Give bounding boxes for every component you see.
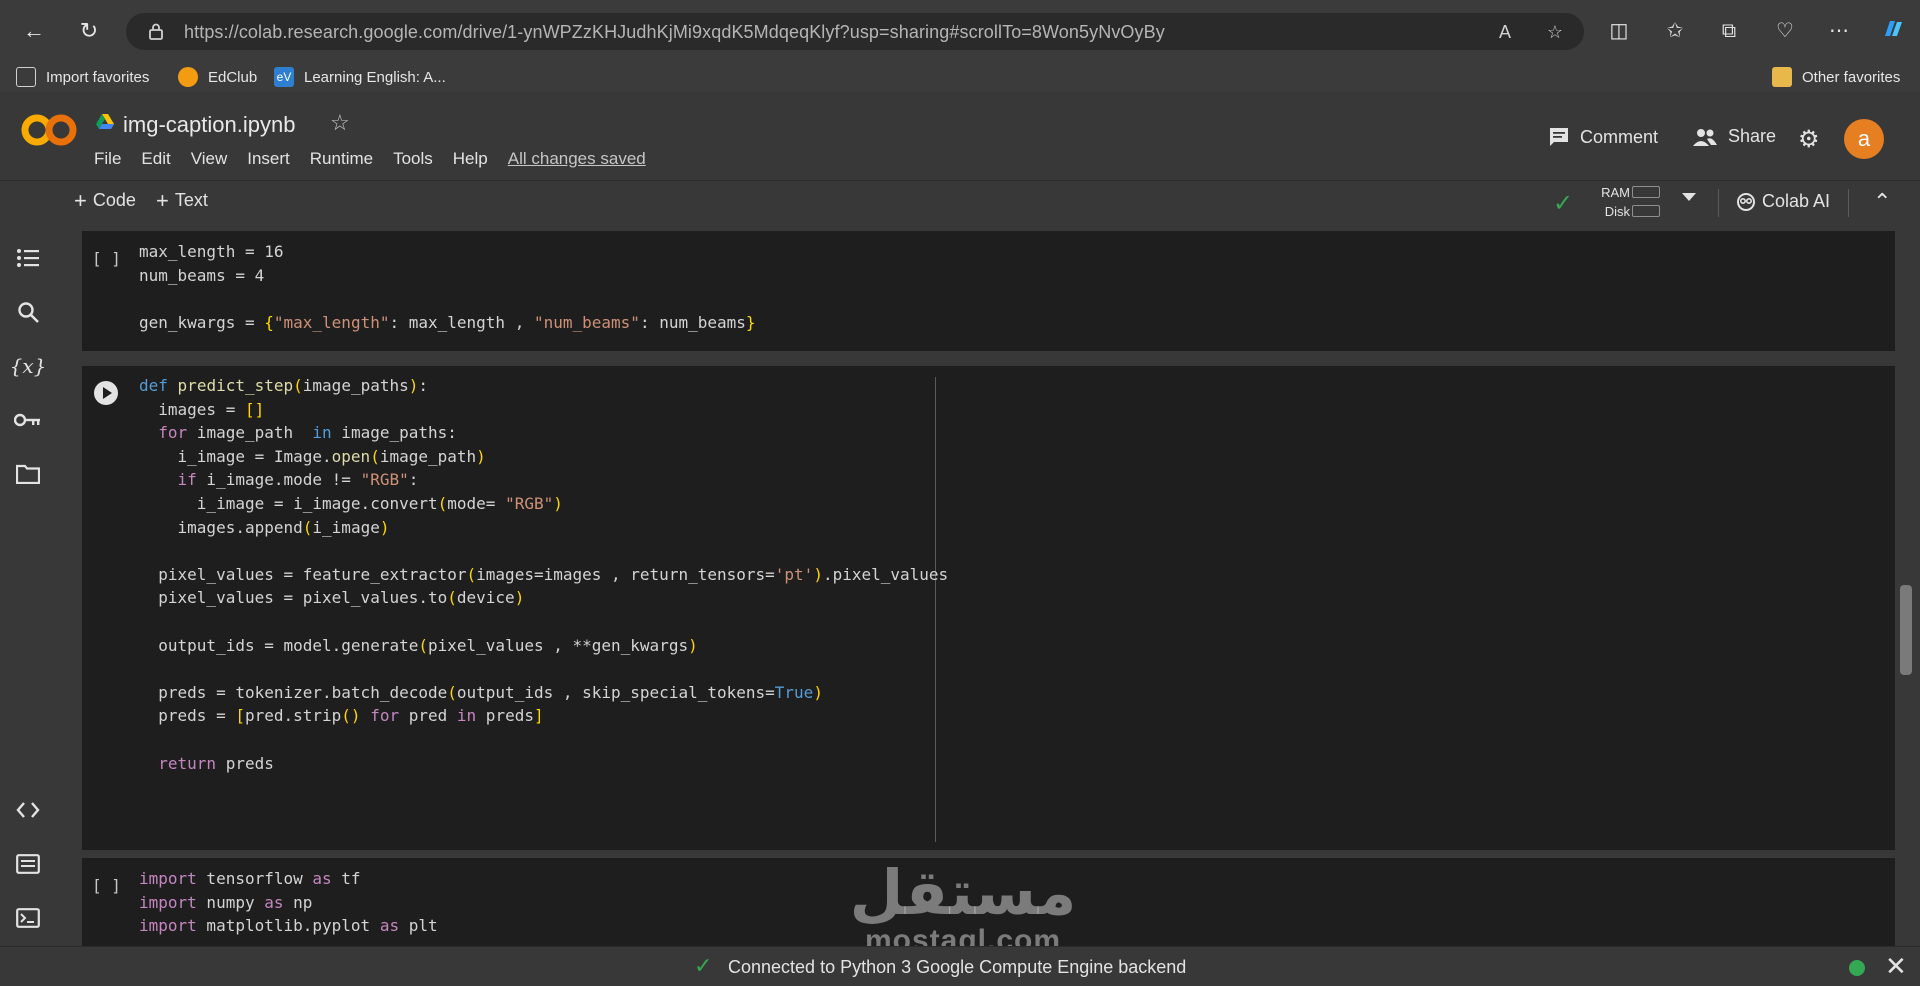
search-icon[interactable]	[14, 298, 42, 326]
address-bar[interactable]: https://colab.research.google.com/drive/…	[126, 13, 1584, 50]
divider	[1718, 189, 1719, 217]
code-editor[interactable]: def predict_step(image_paths): images = …	[139, 374, 948, 775]
save-status[interactable]: All changes saved	[508, 149, 646, 169]
star-icon[interactable]: ☆	[330, 110, 350, 136]
disk-label: Disk	[1604, 204, 1630, 219]
disk-meter	[1632, 205, 1660, 217]
divider	[1848, 189, 1849, 217]
people-icon	[1693, 128, 1717, 146]
text-label: Text	[174, 190, 208, 210]
status-bar: ✓ Connected to Python 3 Google Compute E…	[0, 946, 1920, 986]
key-icon[interactable]	[14, 406, 42, 434]
reload-icon[interactable]: ↻	[72, 14, 106, 48]
close-icon[interactable]: ✕	[1885, 951, 1907, 982]
code-label: Code	[92, 190, 136, 210]
menu-edit[interactable]: Edit	[141, 149, 170, 169]
favorites-icon[interactable]: ✩	[1660, 16, 1690, 46]
ram-label: RAM	[1601, 185, 1630, 200]
colab-logo[interactable]	[20, 110, 78, 150]
colab-header: img-caption.ipynb ☆ File Edit View Inser…	[0, 92, 1920, 180]
scrollbar[interactable]	[1900, 585, 1912, 675]
resource-monitor[interactable]: RAM Disk	[1594, 183, 1630, 221]
chevron-up-icon[interactable]: ⌃	[1873, 189, 1891, 215]
read-aloud-icon[interactable]: A	[1494, 21, 1516, 43]
notebook-area: [ ] max_length = 16 num_beams = 4 gen_kw…	[56, 224, 1920, 946]
runtime-dropdown-icon[interactable]	[1682, 193, 1696, 201]
other-favorites-link[interactable]: Other favorites	[1772, 67, 1900, 87]
connected-check-icon: ✓	[1553, 190, 1574, 217]
comment-icon	[1550, 128, 1568, 146]
split-screen-icon[interactable]: ◫	[1604, 16, 1634, 46]
fav-label: Learning English: A...	[304, 68, 446, 86]
avatar[interactable]: a	[1844, 119, 1884, 159]
import-icon	[16, 67, 36, 87]
edclub-icon	[178, 67, 198, 87]
cell-execution-count[interactable]: [ ]	[92, 249, 121, 268]
learning-english-link[interactable]: eV Learning English: A...	[274, 67, 446, 87]
collections-icon[interactable]: ⧉	[1714, 16, 1744, 46]
variables-icon[interactable]: {x}	[10, 352, 47, 380]
gear-icon[interactable]: ⚙	[1798, 125, 1820, 154]
notebook-title[interactable]: img-caption.ipynb	[123, 112, 295, 138]
favorites-bar: Import favorites EdClub eV Learning Engl…	[0, 62, 1920, 92]
share-button[interactable]: Share	[1692, 126, 1776, 147]
menu-tools[interactable]: Tools	[393, 149, 433, 169]
browser-toolbar: ← ↻ https://colab.research.google.com/dr…	[0, 0, 1920, 62]
fav-label: EdClub	[208, 68, 258, 86]
terminal-icon[interactable]	[14, 904, 42, 932]
ev-icon: eV	[274, 67, 294, 87]
colab-ai-label: Colab AI	[1762, 191, 1831, 211]
code-cell[interactable]: [ ] import tensorflow as tf import numpy…	[82, 858, 1895, 946]
more-icon[interactable]: ⋯	[1824, 16, 1854, 46]
fav-label: Other favorites	[1802, 68, 1901, 86]
check-icon: ✓	[694, 953, 713, 978]
copilot-icon[interactable]	[1878, 16, 1908, 46]
cell-execution-count[interactable]: [ ]	[92, 876, 121, 895]
lock-icon	[149, 23, 163, 40]
favorite-star-icon[interactable]: ☆	[1544, 21, 1566, 43]
menu-help[interactable]: Help	[453, 149, 488, 169]
fav-label: Import favorites	[46, 68, 150, 86]
google-drive-icon	[96, 114, 114, 129]
left-sidebar: {x}	[0, 224, 56, 946]
notebook-toolbar: + Code + Text ✓ RAM Disk Colab AI ⌃	[0, 180, 1920, 224]
connected-indicator	[1849, 960, 1865, 976]
folder-icon	[1772, 67, 1792, 87]
add-text-button[interactable]: + Text	[156, 187, 208, 213]
share-label: Share	[1728, 126, 1777, 146]
menu-insert[interactable]: Insert	[247, 149, 290, 169]
connection-status: Connected to Python 3 Google Compute Eng…	[728, 957, 1187, 977]
colab-ai-button[interactable]: Colab AI	[1736, 191, 1830, 212]
menu-view[interactable]: View	[191, 149, 228, 169]
back-arrow-icon[interactable]: ←	[17, 14, 51, 48]
plus-icon: +	[74, 187, 87, 213]
command-palette-icon[interactable]	[14, 850, 42, 878]
code-cell[interactable]: [ ] max_length = 16 num_beams = 4 gen_kw…	[82, 231, 1895, 351]
menu-file[interactable]: File	[94, 149, 121, 169]
ram-meter	[1632, 186, 1660, 198]
url-text: https://colab.research.google.com/drive/…	[184, 22, 1165, 42]
table-of-contents-icon[interactable]	[14, 244, 42, 272]
browser-essentials-icon[interactable]: ♡	[1770, 16, 1800, 46]
folder-icon[interactable]	[14, 460, 42, 488]
comment-button[interactable]: Comment	[1548, 126, 1658, 148]
add-code-button[interactable]: + Code	[74, 187, 136, 213]
code-editor[interactable]: max_length = 16 num_beams = 4 gen_kwargs…	[139, 240, 756, 334]
import-favorites-link[interactable]: Import favorites	[16, 67, 149, 87]
colab-ai-icon	[1737, 192, 1755, 211]
comment-label: Comment	[1580, 126, 1659, 147]
menu-bar: File Edit View Insert Runtime Tools Help…	[94, 149, 666, 169]
menu-runtime[interactable]: Runtime	[310, 149, 373, 169]
code-snippets-icon[interactable]	[14, 796, 42, 824]
run-cell-button[interactable]	[94, 381, 118, 405]
code-editor[interactable]: import tensorflow as tf import numpy as …	[139, 867, 438, 938]
code-cell[interactable]: def predict_step(image_paths): images = …	[82, 366, 1895, 850]
plus-icon: +	[156, 187, 169, 213]
edclub-link[interactable]: EdClub	[178, 67, 257, 87]
